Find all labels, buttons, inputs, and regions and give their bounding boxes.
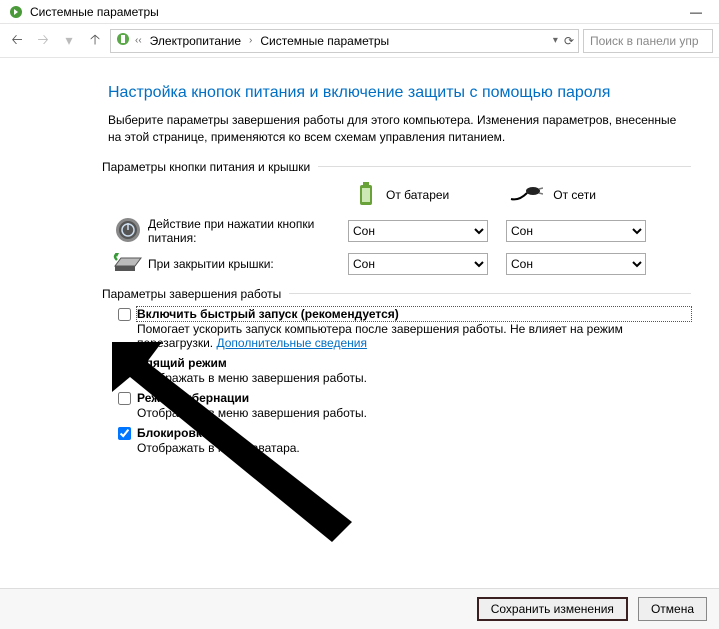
hibernate-checkbox[interactable] bbox=[118, 392, 131, 405]
window-title: Системные параметры bbox=[30, 5, 681, 19]
lock-desc: Отображать в меню аватара. bbox=[137, 441, 300, 455]
lock-checkbox[interactable] bbox=[118, 427, 131, 440]
ac-column-label: От сети bbox=[553, 188, 596, 202]
fast-startup-desc: Помогает ускорить запуск компьютера посл… bbox=[137, 322, 691, 350]
fast-startup-checkbox[interactable] bbox=[118, 308, 131, 321]
lock-title: Блокировка bbox=[137, 426, 300, 440]
back-button[interactable]: 🡠 bbox=[6, 30, 28, 52]
battery-column-label: От батареи bbox=[386, 188, 449, 202]
address-dropdown[interactable]: ▾ bbox=[553, 35, 558, 46]
minimize-button[interactable]: — bbox=[681, 5, 711, 19]
lid-ac-select[interactable]: Сон bbox=[506, 253, 646, 275]
lid-icon bbox=[113, 252, 143, 277]
sleep-desc: Отображать в меню завершения работы. bbox=[137, 371, 367, 385]
hibernate-title: Режим гибернации bbox=[137, 391, 367, 405]
battery-icon bbox=[356, 182, 376, 209]
chevron-right-icon: › bbox=[249, 35, 252, 46]
recent-dropdown[interactable]: ▾ bbox=[58, 30, 80, 52]
group-shutdown-label: Параметры завершения работы bbox=[102, 287, 289, 301]
plug-icon bbox=[509, 185, 543, 206]
breadcrumb-power[interactable]: Электропитание bbox=[146, 32, 245, 50]
power-button-label: Действие при нажатии кнопки питания: bbox=[148, 217, 348, 245]
more-info-link[interactable]: Дополнительные сведения bbox=[216, 336, 366, 350]
breadcrumb[interactable]: ‹‹ Электропитание › Системные параметры … bbox=[110, 29, 579, 53]
search-placeholder: Поиск в панели упр bbox=[590, 34, 699, 48]
save-button[interactable]: Сохранить изменения bbox=[477, 597, 628, 621]
lid-battery-select[interactable]: Сон bbox=[348, 253, 488, 275]
sleep-checkbox[interactable] bbox=[118, 357, 131, 370]
power-button-battery-select[interactable]: Сон bbox=[348, 220, 488, 242]
page-intro: Выберите параметры завершения работы для… bbox=[108, 112, 691, 146]
breadcrumb-chevron[interactable]: ‹‹ bbox=[135, 35, 142, 46]
app-icon bbox=[8, 4, 24, 20]
page-title: Настройка кнопок питания и включение защ… bbox=[108, 84, 691, 102]
search-input[interactable]: Поиск в панели упр bbox=[583, 29, 713, 53]
forward-button[interactable]: 🡢 bbox=[32, 30, 54, 52]
divider bbox=[318, 166, 691, 167]
group-power-label: Параметры кнопки питания и крышки bbox=[102, 160, 318, 174]
fast-startup-title: Включить быстрый запуск (рекомендуется) bbox=[137, 307, 691, 321]
hibernate-desc: Отображать в меню завершения работы. bbox=[137, 406, 367, 420]
cancel-button[interactable]: Отмена bbox=[638, 597, 707, 621]
breadcrumb-system[interactable]: Системные параметры bbox=[256, 32, 393, 50]
fast-startup-desc-text: Помогает ускорить запуск компьютера посл… bbox=[137, 322, 623, 350]
power-button-icon bbox=[115, 217, 141, 246]
refresh-button[interactable]: ⟳ bbox=[564, 34, 574, 48]
sleep-title: Спящий режим bbox=[137, 356, 367, 370]
divider bbox=[289, 293, 691, 294]
lid-label: При закрытии крышки: bbox=[148, 257, 348, 271]
power-button-ac-select[interactable]: Сон bbox=[506, 220, 646, 242]
up-button[interactable]: 🡡 bbox=[84, 30, 106, 52]
control-panel-icon bbox=[115, 31, 131, 50]
